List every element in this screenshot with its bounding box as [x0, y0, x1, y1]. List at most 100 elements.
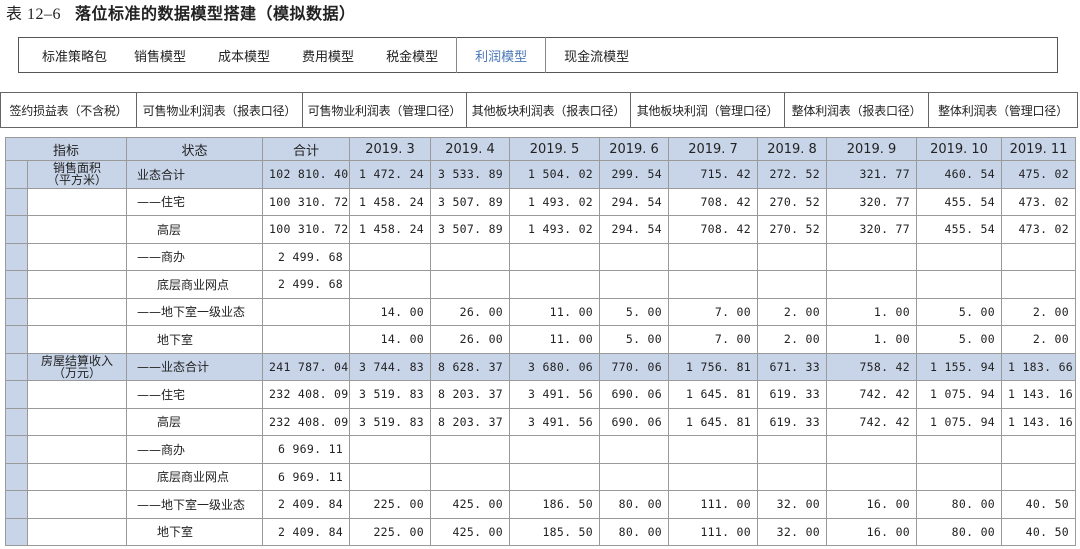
indicator-label-line: （万元） [53, 365, 102, 380]
month-value-cell: 80. 00 [599, 490, 670, 519]
status-cell: 业态合计 [126, 160, 264, 189]
month-value-cell: 270. 52 [757, 215, 828, 244]
table-row: 底层商业网点 2 499. 68 [5, 270, 1077, 299]
month-value-cell: 225. 00 [349, 490, 432, 519]
tab-profit-model[interactable]: 利润模型 [475, 46, 527, 65]
month-value-cell [916, 462, 1003, 491]
month-value-cell: 2. 00 [757, 325, 828, 354]
month-value-cell [1001, 435, 1077, 464]
month-value-cell [509, 242, 601, 271]
month-value-cell [668, 270, 759, 299]
month-value-cell: 1. 00 [826, 325, 918, 354]
month-value-cell [349, 242, 432, 271]
month-value-cell: 715. 42 [668, 160, 759, 189]
month-value-cell: 3 519. 83 [349, 407, 432, 436]
month-value-cell [757, 462, 828, 491]
month-value-cell: 455. 54 [916, 187, 1003, 216]
month-value-cell [509, 462, 601, 491]
month-value-cell: 619. 33 [757, 380, 828, 409]
table-row: ——地下室一级业态 2 409. 84 225. 00 425. 00 186. 50 8… [5, 490, 1077, 519]
tab-divider [456, 37, 458, 73]
total-cell: 6 969. 11 [262, 435, 351, 464]
table-row: 地下室 14. 00 26. 00 11. 00 5. 00 7. 00 2. 00 1. 0… [5, 325, 1077, 354]
month-value-cell: 270. 52 [757, 187, 828, 216]
month-value-cell: 40. 50 [1001, 517, 1077, 546]
month-value-cell: 742. 42 [826, 407, 918, 436]
month-value-cell: 3 507. 89 [430, 187, 511, 216]
month-value-cell [916, 242, 1003, 271]
tab-standard-strategy[interactable]: 标准策略包 [42, 46, 107, 65]
month-value-cell: 3 680. 06 [509, 352, 601, 381]
indicator-cell: 销售面积 （平方米） [26, 160, 128, 189]
total-cell: 232 408. 09 [262, 407, 351, 436]
subtab-signing-pl[interactable]: 签约损益表（不含税） [0, 92, 137, 128]
row-side-bar [5, 435, 28, 464]
month-value-cell: 321. 77 [826, 160, 918, 189]
month-value-cell [1001, 242, 1077, 271]
month-value-cell: 5. 00 [916, 297, 1003, 326]
table-row: 地下室 2 409. 84 225. 00 425. 00 185. 50 80. 00 1… [5, 517, 1077, 546]
month-value-cell [1001, 462, 1077, 491]
total-cell [262, 297, 351, 326]
status-cell: ——地下室一级业态 [126, 490, 264, 519]
month-value-cell: 5. 00 [599, 297, 670, 326]
month-value-cell: 7. 00 [668, 297, 759, 326]
indicator-cell-empty [26, 435, 128, 464]
status-cell: 底层商业网点 [126, 462, 264, 491]
month-value-cell: 1 472. 24 [349, 160, 432, 189]
month-value-cell [430, 242, 511, 271]
model-tabs: 标准策略包 销售模型 成本模型 费用模型 税金模型 利润模型 现金流模型 [18, 37, 1058, 73]
month-value-cell: 1 493. 02 [509, 187, 601, 216]
header-indicator: 指标 [4, 137, 128, 161]
indicator-cell-empty [26, 462, 128, 491]
subtab-saleable-report[interactable]: 可售物业利润表（报表口径） [136, 92, 303, 128]
month-value-cell: 299. 54 [599, 160, 670, 189]
status-cell: 底层商业网点 [126, 270, 264, 299]
row-side-bar [5, 490, 28, 519]
month-value-cell: 111. 00 [668, 517, 759, 546]
month-value-cell: 40. 50 [1001, 490, 1077, 519]
header-status: 状态 [126, 137, 264, 161]
month-value-cell: 425. 00 [430, 517, 511, 546]
subtab-other-report[interactable]: 其他板块利润表（报表口径） [466, 92, 631, 128]
subtab-saleable-mgmt[interactable]: 可售物业利润表（管理口径） [302, 92, 467, 128]
indicator-cell-empty [26, 380, 128, 409]
row-side-bar [5, 270, 28, 299]
month-value-cell: 708. 42 [668, 215, 759, 244]
status-cell: 高层 [126, 215, 264, 244]
month-value-cell: 455. 54 [916, 215, 1003, 244]
subtab-overall-report[interactable]: 整体利润表（报表口径） [784, 92, 929, 128]
month-value-cell: 690. 06 [599, 407, 670, 436]
row-side-bar [5, 187, 28, 216]
tab-divider [545, 37, 547, 73]
tab-cashflow-model[interactable]: 现金流模型 [564, 46, 629, 65]
month-value-cell [430, 435, 511, 464]
total-cell: 241 787. 04 [262, 352, 351, 381]
indicator-cell-empty [26, 187, 128, 216]
month-value-cell: 185. 50 [509, 517, 601, 546]
month-value-cell: 1 075. 94 [916, 380, 1003, 409]
month-value-cell: 5. 00 [916, 325, 1003, 354]
row-side-bar [5, 352, 28, 381]
tab-expense-model[interactable]: 费用模型 [302, 46, 354, 65]
month-value-cell: 742. 42 [826, 380, 918, 409]
table-row: ——商办 2 499. 68 [5, 242, 1077, 271]
subtab-overall-mgmt[interactable]: 整体利润表（管理口径） [928, 92, 1078, 128]
table-row: ——商办 6 969. 11 [5, 435, 1077, 464]
tab-sales-model[interactable]: 销售模型 [134, 46, 186, 65]
status-cell: ——商办 [126, 435, 264, 464]
row-side-bar [5, 517, 28, 546]
tab-tax-model[interactable]: 税金模型 [386, 46, 438, 65]
month-value-cell [916, 435, 1003, 464]
month-value-cell: 1 143. 16 [1001, 407, 1077, 436]
month-value-cell: 475. 02 [1001, 160, 1077, 189]
month-value-cell: 3 533. 89 [430, 160, 511, 189]
row-side-bar [5, 407, 28, 436]
month-value-cell [916, 270, 1003, 299]
month-value-cell: 3 507. 89 [430, 215, 511, 244]
month-value-cell [349, 462, 432, 491]
subtab-other-mgmt[interactable]: 其他板块利润（管理口径） [630, 92, 785, 128]
indicator-label-line: 房屋结算收入 [41, 353, 114, 368]
tab-cost-model[interactable]: 成本模型 [218, 46, 270, 65]
status-cell: ——商办 [126, 242, 264, 271]
